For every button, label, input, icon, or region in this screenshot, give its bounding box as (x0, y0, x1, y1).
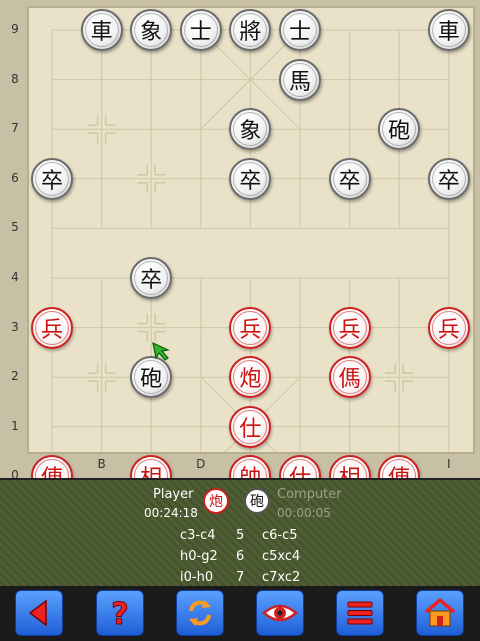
move-black: c6-c5 (262, 528, 298, 543)
move-red: i0-h0 (180, 570, 214, 585)
piece-glyph: 炮 (233, 360, 268, 395)
piece-glyph: 兵 (35, 310, 69, 345)
piece-glyph: 士 (283, 13, 317, 47)
file-label: B (97, 457, 106, 471)
black-piece[interactable]: 卒 (31, 157, 73, 200)
red-piece[interactable]: 兵 (328, 306, 371, 349)
rank-label: 6 (11, 170, 19, 185)
black-piece[interactable]: 馬 (279, 58, 321, 101)
move-number: 7 (236, 570, 245, 585)
piece-glyph: 象 (233, 112, 268, 147)
move-red: h0-g2 (180, 549, 218, 564)
rank-label: 7 (11, 121, 19, 136)
piece-glyph: 車 (84, 13, 119, 47)
piece-glyph: 砲 (134, 360, 169, 395)
piece-glyph: 兵 (431, 310, 466, 345)
piece-glyph: 卒 (332, 161, 367, 196)
computer-label: Computer (277, 487, 342, 502)
piece-glyph: 傌 (332, 360, 367, 395)
menu-button[interactable] (336, 590, 384, 636)
black-piece[interactable]: 車 (80, 9, 123, 51)
red-piece[interactable]: 仕 (229, 405, 272, 448)
black-piece[interactable]: 士 (279, 9, 321, 51)
move-row: h0-g2 6 c5xc4 (0, 549, 480, 569)
piece-glyph: 卒 (35, 161, 69, 196)
rank-label: 9 (11, 22, 19, 36)
piece-glyph: 卒 (233, 161, 268, 196)
piece-glyph: 象 (134, 13, 169, 47)
piece-glyph: 車 (431, 13, 466, 47)
computer-timer: 00:00:05 (277, 506, 331, 520)
black-piece[interactable]: 卒 (328, 157, 371, 200)
player-piece-icon: 炮 (203, 488, 229, 514)
black-piece[interactable]: 士 (179, 9, 222, 51)
rank-label: 5 (11, 220, 19, 235)
home-button[interactable] (416, 590, 464, 636)
player-timer: 00:24:18 (144, 506, 198, 520)
question-icon: ? (111, 597, 129, 631)
move-black: c5xc4 (262, 549, 301, 564)
black-piece[interactable]: 卒 (427, 157, 470, 200)
game-info-panel: Player 00:24:18 炮 砲 Computer 00:00:05 c3… (0, 478, 480, 588)
move-number: 6 (236, 549, 245, 564)
red-piece[interactable]: 兵 (427, 306, 470, 349)
piece-glyph: 兵 (332, 310, 367, 345)
rank-label: 2 (11, 369, 19, 384)
move-red: c3-c4 (180, 528, 216, 543)
rank-label: 3 (11, 319, 19, 334)
black-piece[interactable]: 車 (427, 9, 470, 51)
rotate-icon (189, 600, 211, 626)
view-button[interactable] (256, 590, 304, 636)
back-button[interactable] (15, 590, 63, 636)
toolbar: ? (0, 586, 480, 641)
piece-glyph: 將 (233, 13, 268, 47)
piece-glyph: 卒 (134, 261, 169, 295)
house-icon (424, 597, 456, 627)
move-number: 5 (236, 528, 245, 543)
red-piece[interactable]: 兵 (229, 306, 272, 349)
move-black: c7xc2 (262, 570, 301, 585)
svg-text:?: ? (111, 597, 128, 630)
pointer-cursor-icon (152, 341, 171, 361)
black-piece[interactable]: 象 (130, 9, 173, 51)
move-row: c3-c4 5 c6-c5 (0, 528, 480, 548)
piece-glyph: 仕 (233, 409, 268, 444)
back-arrow-icon (28, 599, 47, 627)
red-piece[interactable]: 兵 (31, 306, 73, 349)
piece-glyph: 砲 (382, 112, 417, 147)
rank-label: 4 (11, 270, 19, 284)
rank-label: 1 (11, 418, 19, 433)
board-frame: 9876543210 ABCDEFGHI 車象士將士車馬象砲卒卒卒卒卒砲兵兵兵兵… (0, 0, 480, 498)
piece-glyph: 兵 (233, 310, 268, 345)
piece-glyph: 馬 (283, 62, 317, 97)
black-piece[interactable]: 卒 (229, 157, 272, 200)
file-label: D (196, 457, 206, 471)
help-button[interactable]: ? (96, 590, 144, 636)
rotate-button[interactable] (176, 590, 224, 636)
black-piece[interactable]: 卒 (130, 257, 173, 299)
piece-glyph: 卒 (431, 161, 466, 196)
file-label: I (447, 457, 451, 471)
piece-glyph: 士 (183, 13, 218, 47)
red-piece[interactable]: 傌 (328, 356, 371, 399)
rank-label: 8 (11, 71, 19, 86)
player-label: Player (153, 487, 194, 502)
menu-icon (347, 601, 373, 625)
computer-piece-icon: 砲 (244, 488, 270, 514)
eye-icon (262, 604, 298, 622)
